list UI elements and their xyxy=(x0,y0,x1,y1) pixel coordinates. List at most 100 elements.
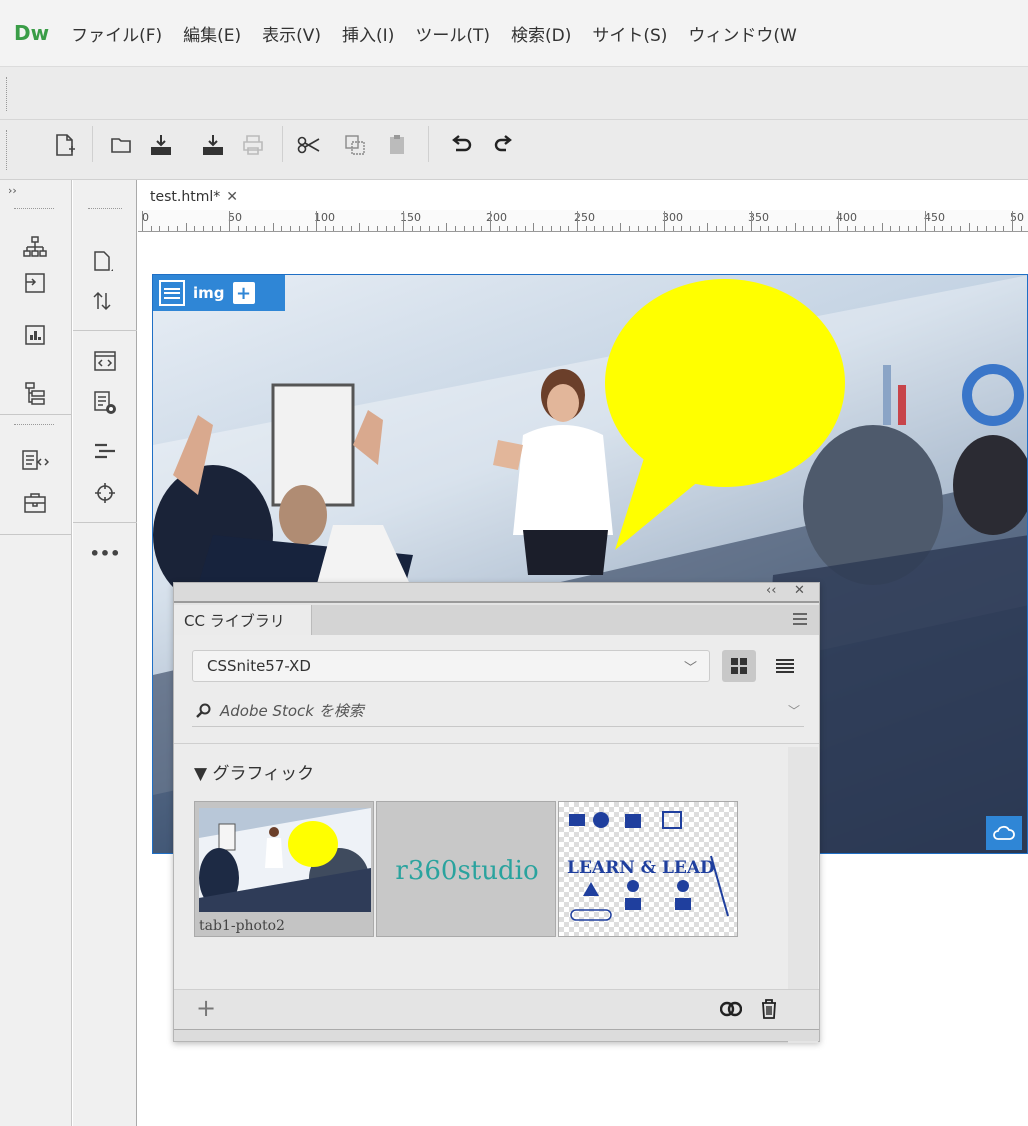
grid-icon xyxy=(731,658,747,674)
ruler-tick xyxy=(299,226,300,231)
panel-grip[interactable] xyxy=(14,424,54,427)
element-tag-bar[interactable]: img + xyxy=(153,275,285,311)
ruler-tick xyxy=(481,226,482,231)
ruler-tick xyxy=(394,226,395,231)
stock-search-field[interactable]: Adobe Stock を検索 ﹀ xyxy=(192,695,804,727)
ruler-tick xyxy=(281,226,282,231)
properties-icon[interactable] xyxy=(88,246,118,276)
add-class-button[interactable]: + xyxy=(232,282,255,304)
print-icon xyxy=(240,130,266,160)
cloud-sync-icon[interactable] xyxy=(986,816,1022,850)
ruler-tick xyxy=(473,226,474,231)
panel-grip[interactable] xyxy=(14,208,54,211)
preview-icon[interactable] xyxy=(90,388,120,418)
ruler-tick xyxy=(368,226,369,231)
cc-libraries-panel[interactable]: ‹‹ ✕ CC ライブラリ CSSnite57-XD ﹀ Adobe Stock… xyxy=(173,582,820,1043)
new-file-icon[interactable] xyxy=(52,130,78,160)
code-snippets-icon[interactable] xyxy=(20,446,50,476)
ruler-tick xyxy=(264,226,265,231)
cut-icon[interactable] xyxy=(296,130,322,160)
ruler-label: 300 xyxy=(662,211,683,224)
menu-view[interactable]: 表示(V) xyxy=(262,21,321,46)
chevron-down-icon[interactable]: ﹀ xyxy=(788,702,800,719)
ruler-label: 50 xyxy=(228,211,242,224)
toolbar-grip[interactable] xyxy=(6,77,8,111)
horizontal-ruler: 0 50 100 150 200 250 300 350 400 450 50 xyxy=(138,210,1028,232)
more-icon[interactable]: ••• xyxy=(90,538,121,568)
undo-icon[interactable] xyxy=(448,130,474,160)
ruler-tick xyxy=(516,226,517,231)
ruler-tick xyxy=(194,226,195,231)
library-item-graphic[interactable]: LEARN & LEAD xyxy=(558,801,738,937)
site-map-icon[interactable] xyxy=(20,232,50,262)
document-tab[interactable]: test.html* ✕ xyxy=(150,186,238,208)
open-folder-icon[interactable] xyxy=(108,130,134,160)
panel-divider xyxy=(0,414,72,415)
insert-icon[interactable] xyxy=(20,268,50,298)
save-all-icon[interactable] xyxy=(200,130,226,160)
ruler-label: 100 xyxy=(314,211,335,224)
save-icon[interactable] xyxy=(148,130,174,160)
indent-icon[interactable] xyxy=(90,436,120,466)
library-select[interactable]: CSSnite57-XD ﹀ xyxy=(192,650,710,682)
crosshair-icon[interactable] xyxy=(90,478,120,508)
ruler-tick xyxy=(568,226,569,231)
ruler-tick xyxy=(377,226,378,231)
ruler-tick xyxy=(873,226,874,231)
menu-site[interactable]: サイト(S) xyxy=(592,21,667,46)
sort-icon[interactable] xyxy=(88,286,118,316)
panel-titlebar[interactable]: ‹‹ ✕ xyxy=(174,583,819,603)
creative-cloud-icon[interactable] xyxy=(720,1000,742,1018)
ruler-tick xyxy=(490,211,491,231)
code-view-icon[interactable] xyxy=(90,346,120,376)
tab-cc-libraries[interactable]: CC ライブラリ xyxy=(174,605,312,635)
library-item-photo[interactable]: tab1-photo2 xyxy=(194,801,374,937)
close-panel-icon[interactable]: ✕ xyxy=(794,583,805,598)
expand-panels-icon[interactable]: ›› xyxy=(8,184,17,197)
ruler-tick xyxy=(159,226,160,231)
panel-menu-icon[interactable] xyxy=(793,613,807,625)
close-icon[interactable]: ✕ xyxy=(226,189,238,205)
ruler-tick xyxy=(525,226,526,231)
collapse-panel-icon[interactable]: ‹‹ xyxy=(766,583,776,598)
panel-grip[interactable] xyxy=(88,208,122,211)
list-view-button[interactable] xyxy=(768,650,802,682)
toolbar-grip[interactable] xyxy=(6,130,8,170)
menu-edit[interactable]: 編集(E) xyxy=(183,21,241,46)
ruler-tick xyxy=(168,226,169,231)
ruler-tick xyxy=(934,226,935,231)
ruler-tick xyxy=(655,226,656,231)
ruler-tick xyxy=(151,226,152,231)
panel-resize-grip[interactable] xyxy=(174,1029,819,1041)
copy-icon xyxy=(342,130,368,160)
panel-divider xyxy=(73,330,137,331)
menu-window[interactable]: ウィンドウ(W xyxy=(688,21,796,46)
menu-find[interactable]: 検索(D) xyxy=(511,21,571,46)
panel-tabs: CC ライブラリ xyxy=(174,605,819,635)
toolbar-separator xyxy=(92,126,93,162)
behaviors-icon[interactable] xyxy=(20,488,50,518)
ruler-tick xyxy=(829,226,830,231)
ruler-tick xyxy=(768,226,769,231)
menu-tools[interactable]: ツール(T) xyxy=(415,21,490,46)
element-menu-icon[interactable] xyxy=(159,280,185,306)
grid-view-button[interactable] xyxy=(722,650,756,682)
ruler-tick xyxy=(690,226,691,231)
ruler-label: 400 xyxy=(836,211,857,224)
assets-icon[interactable] xyxy=(20,320,50,350)
ruler-tick xyxy=(177,226,178,231)
library-item-logo[interactable]: r360studio xyxy=(376,801,556,937)
trash-icon[interactable] xyxy=(760,998,778,1020)
dom-tree-icon[interactable] xyxy=(20,378,50,408)
ruler-tick xyxy=(716,226,717,231)
library-item-label: LEARN & LEAD xyxy=(567,858,715,878)
ruler-tick xyxy=(420,226,421,231)
paste-icon xyxy=(384,130,410,160)
ruler-tick xyxy=(777,226,778,231)
add-content-button[interactable]: + xyxy=(196,994,216,1022)
menu-insert[interactable]: 挿入(I) xyxy=(342,21,394,46)
ruler-tick xyxy=(533,223,534,231)
graphics-section-header[interactable]: ▼ グラフィック xyxy=(194,759,314,784)
redo-icon[interactable] xyxy=(490,130,516,160)
menu-file[interactable]: ファイル(F) xyxy=(71,21,162,46)
